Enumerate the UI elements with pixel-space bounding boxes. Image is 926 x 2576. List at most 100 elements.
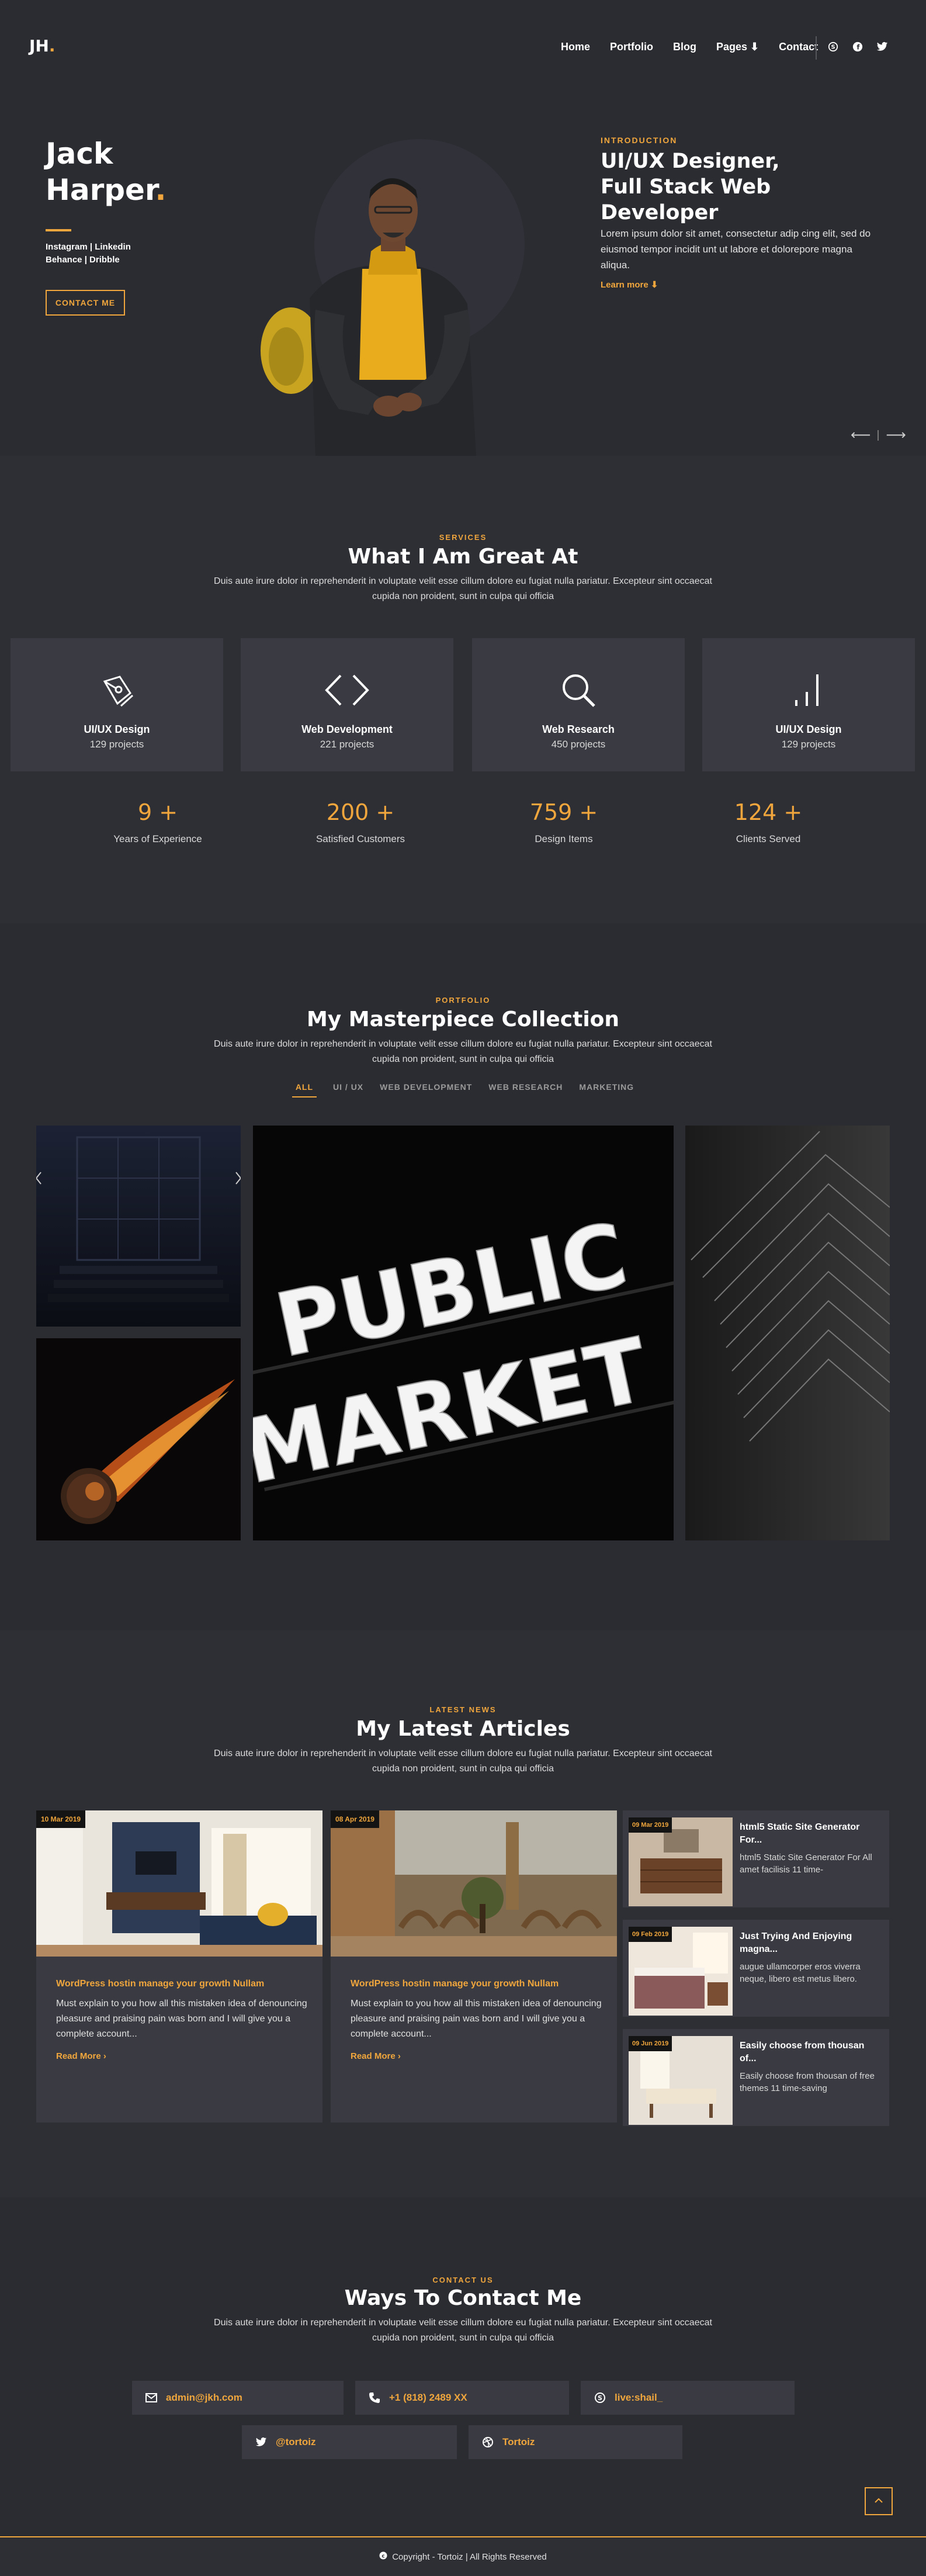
article-card[interactable]: 08 Apr 2019 WordPress hostin manage your… [331, 1810, 617, 2123]
contact-phone[interactable]: +1 (818) 2489 XX [355, 2381, 569, 2415]
article-date-badge: 10 Mar 2019 [36, 1810, 86, 1828]
copyright-text: Copyright - Tortoiz | All Rights Reserve… [392, 2551, 547, 2562]
service-card-uiux[interactable]: UI/UX Design 129 projects [11, 638, 223, 771]
search-icon [472, 670, 685, 711]
stat-clients: 124 + Clients Served [692, 799, 844, 845]
stat-number: 124 + [734, 799, 803, 825]
twitter-icon[interactable] [876, 41, 888, 53]
side-article-date: 09 Mar 2019 [629, 1817, 672, 1833]
contact-email[interactable]: admin@jkh.com [132, 2381, 344, 2415]
skype-icon: S [594, 2391, 606, 2404]
services-label: SERVICES [439, 533, 487, 542]
tab-web-research[interactable]: WEB RESEARCH [488, 1082, 563, 1097]
side-article[interactable]: 09 Feb 2019 Just Trying And Enjoying mag… [623, 1920, 889, 2017]
hero-links-row-2[interactable]: Behance | Dribble [46, 254, 131, 266]
side-article-date: 09 Jun 2019 [629, 2036, 672, 2051]
article-title[interactable]: WordPress hostin manage your growth Null… [56, 1979, 264, 1989]
side-article-excerpt: augue ullamcorper eros viverra neque, li… [740, 1962, 861, 1984]
service-card-web-research[interactable]: Web Research 450 projects [472, 638, 685, 771]
side-article[interactable]: 09 Mar 2019 html5 Static Site Generator … [623, 1810, 889, 1907]
prev-arrow-icon[interactable]: ⟵ [851, 427, 870, 444]
articles-label: LATEST NEWS [429, 1705, 497, 1714]
tab-all[interactable]: ALL [292, 1082, 317, 1097]
service-title: UI/UX Design [84, 723, 150, 735]
article-card[interactable]: 10 Mar 2019 WordPress hostin manage your… [36, 1810, 322, 2123]
menu-item-blog[interactable]: Blog [673, 41, 696, 53]
code-icon [241, 670, 453, 711]
svg-text:f: f [856, 43, 860, 51]
tab-marketing[interactable]: MARKETING [579, 1082, 634, 1097]
hero-slider-controls: ⟵ ⟶ [851, 427, 906, 444]
contact-section [0, 2197, 926, 2536]
contact-dribbble[interactable]: Tortoiz [469, 2425, 682, 2459]
back-to-top-button[interactable] [865, 2487, 893, 2515]
tab-ui-ux[interactable]: UI / UX [333, 1082, 363, 1097]
service-card-uiux-2[interactable]: UI/UX Design 129 projects [702, 638, 915, 771]
dribbble-icon [481, 2436, 494, 2449]
contact-twitter[interactable]: @tortoiz [242, 2425, 457, 2459]
article-image-courtyard [331, 1810, 617, 1957]
chevron-right-icon: › [103, 2051, 106, 2061]
article-date-badge: 08 Apr 2019 [331, 1810, 379, 1828]
hero-name-dot: . [155, 173, 167, 207]
side-article[interactable]: 09 Jun 2019 Easily choose from thousan o… [623, 2029, 889, 2126]
hero-last-name: Harper [46, 173, 155, 207]
skype-value: live:shail_ [615, 2392, 663, 2403]
dribbble-value: Tortoiz [502, 2436, 535, 2447]
phone-value: +1 (818) 2489 XX [389, 2392, 467, 2403]
article-image-living-room [36, 1810, 322, 1957]
menu-item-contact[interactable]: Contact [779, 41, 818, 53]
read-more-link[interactable]: Read More › [56, 2051, 106, 2061]
read-more-label: Read More [56, 2051, 101, 2061]
hero-title: UI/UX Designer, Full Stack Web Developer [601, 150, 780, 224]
portfolio-description: Duis aute irure dolor in reprehenderit i… [214, 1039, 712, 1064]
stat-years: 9 + Years of Experience [82, 799, 234, 845]
portfolio-label: PORTFOLIO [435, 996, 491, 1005]
chevron-right-icon: › [397, 2051, 401, 2061]
email-value: admin@jkh.com [166, 2392, 242, 2403]
svg-text:S: S [831, 44, 835, 51]
portfolio-item-public-market[interactable]: PUBLIC MARKET [253, 1126, 674, 1540]
contact-description: Duis aute irure dolor in reprehenderit i… [214, 2318, 712, 2343]
site-logo[interactable]: JH. [29, 36, 56, 56]
facebook-icon[interactable]: f [852, 41, 863, 53]
service-count: 129 projects [781, 739, 836, 750]
site-footer: c Copyright - Tortoiz | All Rights Reser… [0, 2536, 926, 2576]
side-article-date: 09 Feb 2019 [629, 1927, 672, 1942]
side-article-title[interactable]: Just Trying And Enjoying magna... [740, 1930, 880, 1956]
portfolio-item-dandelion-fire[interactable] [36, 1338, 241, 1540]
stat-label: Satisfied Customers [315, 833, 405, 844]
phone-icon [368, 2391, 381, 2404]
top-navigation: JH. Home Portfolio Blog Pages ⬇ Contact … [0, 0, 926, 94]
next-arrow-icon[interactable]: ⟶ [886, 427, 906, 444]
services-title: What I Am Great At [348, 545, 578, 569]
contact-skype[interactable]: S live:shail_ [581, 2381, 795, 2415]
twitter-value: @tortoiz [276, 2436, 316, 2447]
arrow-divider [878, 430, 879, 441]
menu-item-pages[interactable]: Pages ⬇ [716, 41, 759, 53]
stat-label: Clients Served [736, 833, 801, 844]
learn-more-link[interactable]: Learn more ⬇ [601, 279, 658, 290]
twitter-icon [255, 2436, 268, 2449]
portfolio-item-dark-wall[interactable] [36, 1126, 241, 1327]
menu-item-portfolio[interactable]: Portfolio [610, 41, 653, 53]
hero-first-name: Jack [46, 137, 113, 171]
tab-web-development[interactable]: WEB DEVELOPMENT [380, 1082, 472, 1097]
portfolio-item-building[interactable] [685, 1126, 890, 1540]
hero-links-row-1[interactable]: Instagram | Linkedin [46, 241, 131, 254]
article-title[interactable]: WordPress hostin manage your growth Null… [351, 1979, 559, 1989]
service-card-web-development[interactable]: Web Development 221 projects [241, 638, 453, 771]
logo-text: JH [29, 36, 49, 56]
side-article-title[interactable]: Easily choose from thousan of... [740, 2040, 880, 2065]
service-title: Web Research [542, 723, 615, 735]
side-article-excerpt: html5 Static Site Generator For All amet… [740, 1853, 872, 1875]
chevron-up-icon [874, 2496, 883, 2506]
skype-icon[interactable]: S [827, 41, 839, 53]
envelope-icon [145, 2391, 158, 2404]
menu-item-home[interactable]: Home [561, 41, 590, 53]
read-more-link[interactable]: Read More › [351, 2051, 401, 2061]
hero-section: Jack Harper. Instagram | Linkedin Behanc… [0, 94, 926, 456]
contact-me-button[interactable]: CONTACT ME [46, 290, 125, 316]
side-article-title[interactable]: html5 Static Site Generator For... [740, 1821, 880, 1847]
intro-label: INTRODUCTION [601, 136, 678, 145]
